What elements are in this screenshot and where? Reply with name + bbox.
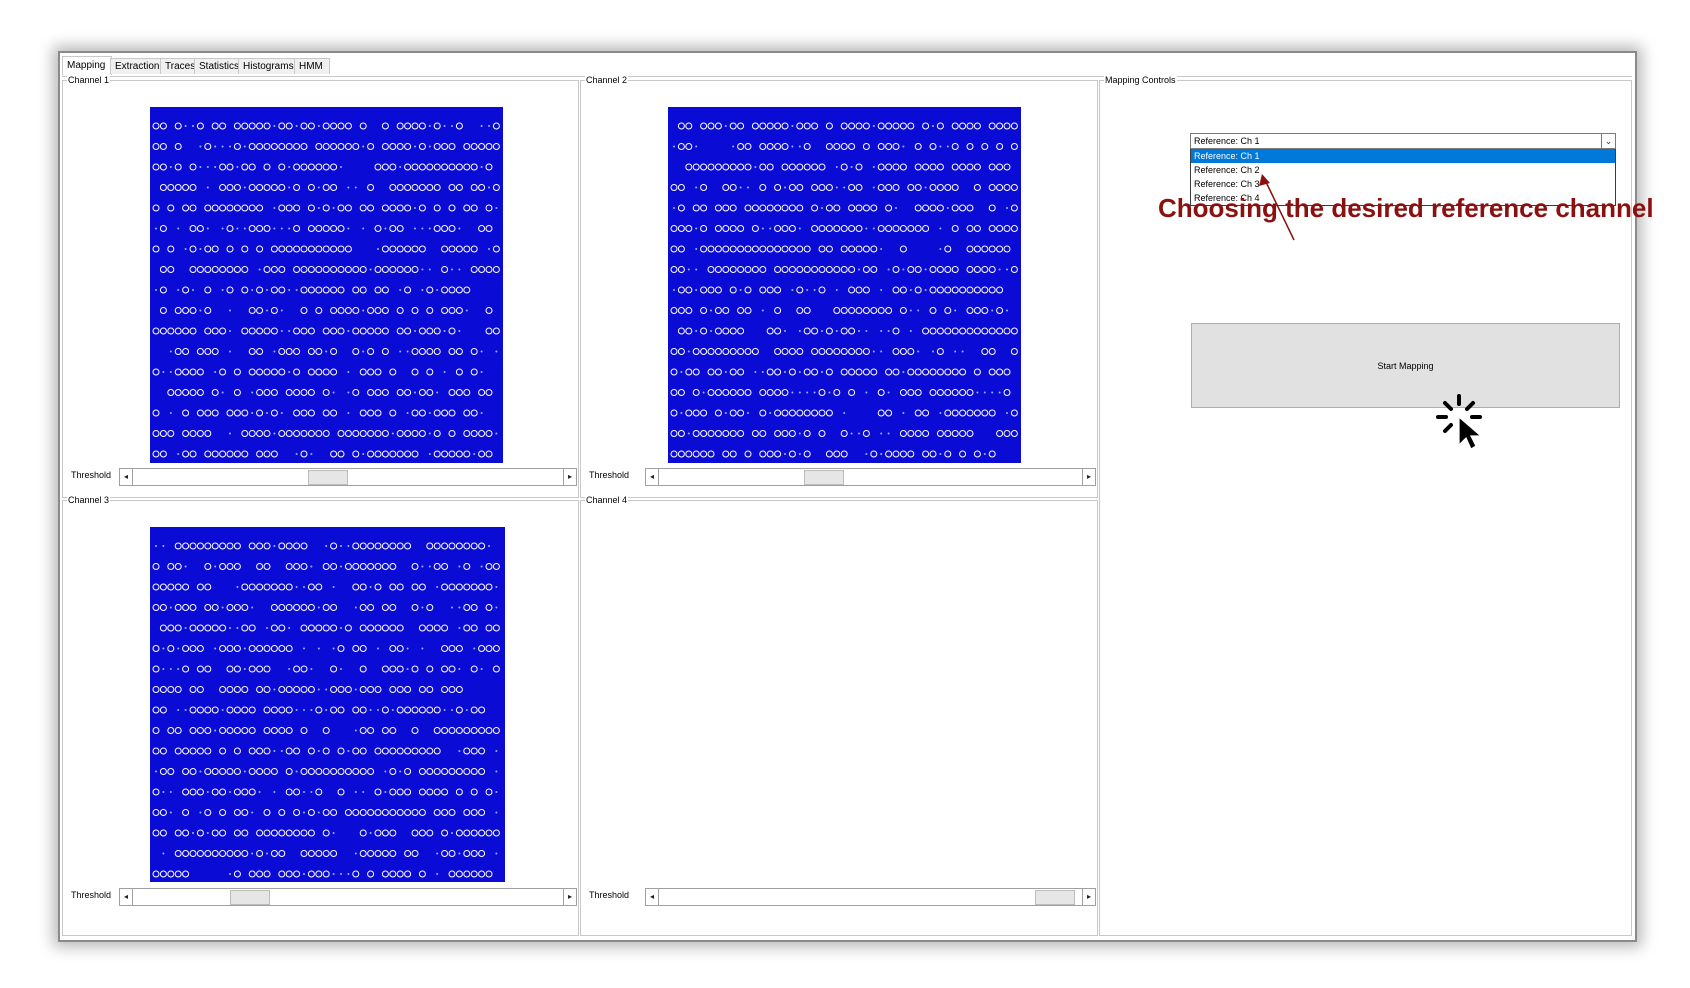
scroll-right-icon[interactable]: ▸ bbox=[1083, 469, 1095, 485]
annotation-text: Choosing the desired reference channel bbox=[1158, 193, 1654, 223]
channel-3-threshold-label: Threshold bbox=[71, 890, 112, 900]
channel-2-threshold-label: Threshold bbox=[589, 470, 630, 480]
channel-1-image bbox=[150, 107, 503, 463]
channel-4-title: Channel 4 bbox=[585, 494, 629, 506]
channel-1-title: Channel 1 bbox=[67, 74, 111, 86]
channel-4-threshold-label: Threshold bbox=[589, 890, 630, 900]
reference-selected-value: Reference: Ch 1 bbox=[1194, 136, 1260, 146]
slider-thumb[interactable] bbox=[804, 470, 844, 485]
reference-select[interactable]: Reference: Ch 1 ⌄ bbox=[1190, 133, 1616, 149]
start-mapping-label: Start Mapping bbox=[1377, 360, 1434, 371]
channel-2-threshold-slider[interactable]: ◂ ▸ bbox=[645, 468, 1096, 486]
scroll-left-icon[interactable]: ◂ bbox=[646, 469, 658, 485]
start-mapping-button[interactable]: Start Mapping bbox=[1191, 323, 1620, 408]
tab-hmm[interactable]: HMM bbox=[294, 58, 330, 74]
scroll-right-icon[interactable]: ▸ bbox=[1083, 889, 1095, 905]
channel-3-image bbox=[150, 527, 505, 882]
scroll-left-icon[interactable]: ◂ bbox=[120, 889, 132, 905]
click-cursor-icon bbox=[1436, 394, 1483, 450]
channel-4-panel: Channel 4 Threshold ◂ ▸ bbox=[580, 494, 1098, 936]
slider-thumb[interactable] bbox=[230, 890, 270, 905]
scroll-right-icon[interactable]: ▸ bbox=[564, 469, 576, 485]
slider-thumb[interactable] bbox=[308, 470, 348, 485]
channel-3-panel: Channel 3 Threshold ◂ ▸ bbox=[62, 494, 579, 936]
tab-extraction[interactable]: Extraction bbox=[110, 58, 164, 74]
app-window: Mapping Extraction Traces Statistics His… bbox=[58, 51, 1637, 942]
slider-thumb[interactable] bbox=[1035, 890, 1075, 905]
channel-3-title: Channel 3 bbox=[67, 494, 111, 506]
reference-option-ch1[interactable]: Reference: Ch 1 bbox=[1191, 149, 1615, 163]
chevron-down-icon[interactable]: ⌄ bbox=[1601, 134, 1615, 148]
tab-statistics[interactable]: Statistics bbox=[194, 58, 244, 74]
channel-3-threshold-slider[interactable]: ◂ ▸ bbox=[119, 888, 577, 906]
scroll-left-icon[interactable]: ◂ bbox=[646, 889, 658, 905]
channel-1-threshold-slider[interactable]: ◂ ▸ bbox=[119, 468, 577, 486]
channel-1-panel: Channel 1 Threshold ◂ ▸ bbox=[62, 74, 579, 498]
channel-1-threshold-label: Threshold bbox=[71, 470, 112, 480]
mapping-controls-title: Mapping Controls bbox=[1104, 74, 1177, 86]
channel-2-title: Channel 2 bbox=[585, 74, 629, 86]
channel-4-threshold-slider[interactable]: ◂ ▸ bbox=[645, 888, 1096, 906]
scroll-right-icon[interactable]: ▸ bbox=[564, 889, 576, 905]
channel-2-image bbox=[668, 107, 1021, 463]
tab-bar: Mapping Extraction Traces Statistics His… bbox=[62, 56, 1632, 77]
channel-2-panel: Channel 2 Threshold ◂ ▸ bbox=[580, 74, 1098, 498]
scroll-left-icon[interactable]: ◂ bbox=[120, 469, 132, 485]
tab-histograms[interactable]: Histograms bbox=[238, 58, 300, 74]
tab-mapping[interactable]: Mapping bbox=[62, 56, 112, 75]
